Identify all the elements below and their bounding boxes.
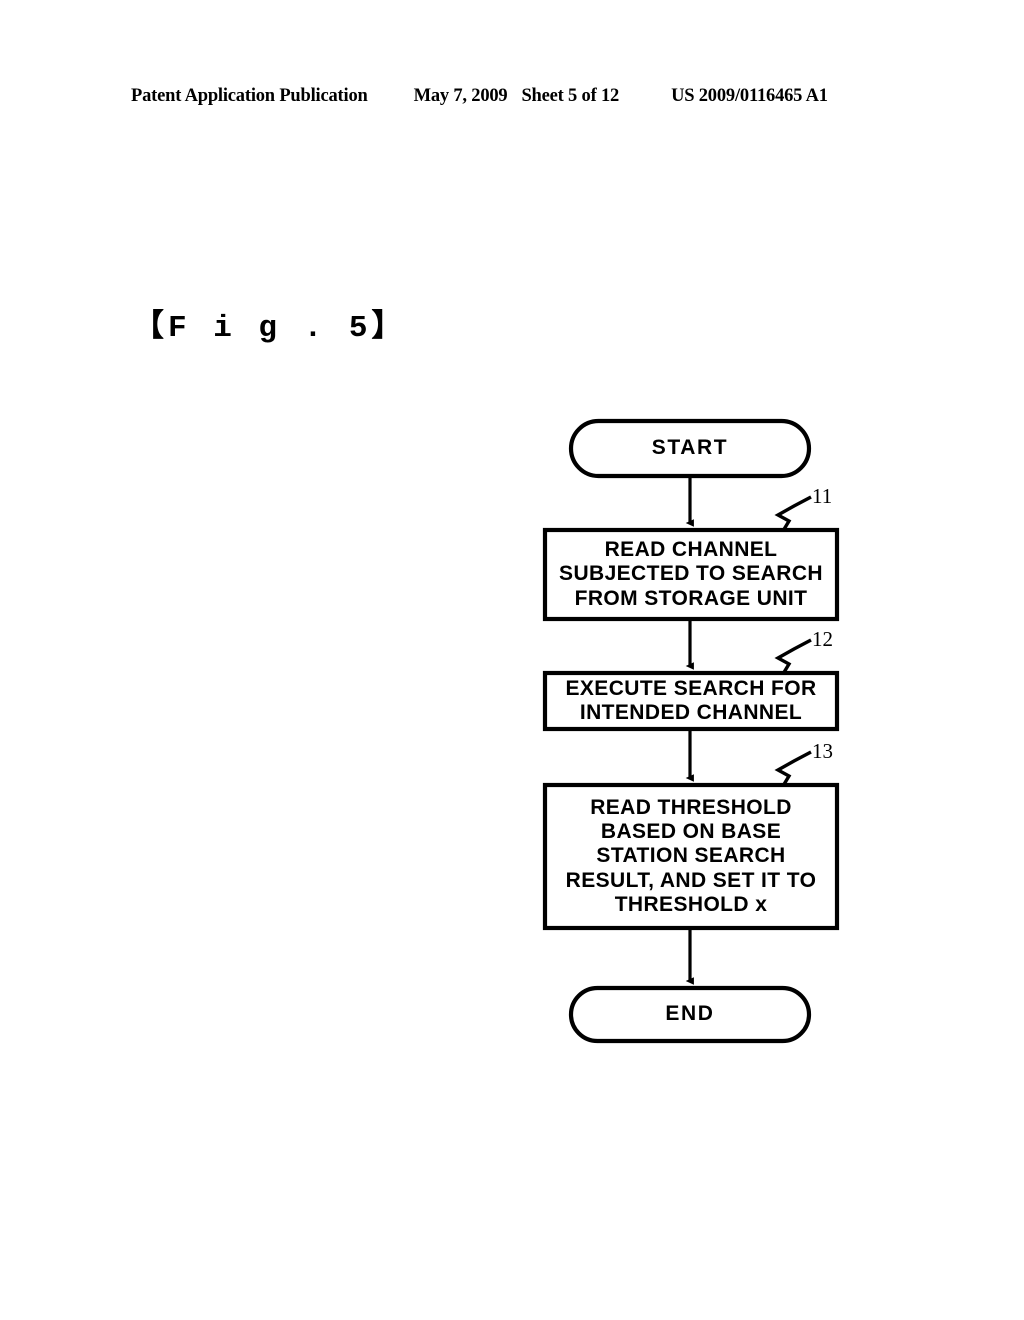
flowchart-figure-5: START READ CHANNEL SUBJECTED TO SEARCH F… — [0, 0, 1024, 1320]
reference-numeral-12: 12 — [812, 627, 833, 651]
step-11-box-shape — [542, 527, 840, 622]
flowchart-canvas — [542, 418, 840, 1044]
step-12-box-shape — [542, 670, 840, 732]
reference-numeral-11: 11 — [812, 484, 833, 508]
reference-leader-11 — [774, 495, 812, 532]
reference-numeral-13: 13 — [812, 739, 833, 763]
start-terminator-shape — [568, 418, 812, 479]
end-terminator-shape — [568, 985, 812, 1044]
step-13-box-shape — [542, 782, 840, 931]
reference-leader-12 — [774, 638, 812, 675]
reference-leader-13 — [774, 750, 812, 787]
